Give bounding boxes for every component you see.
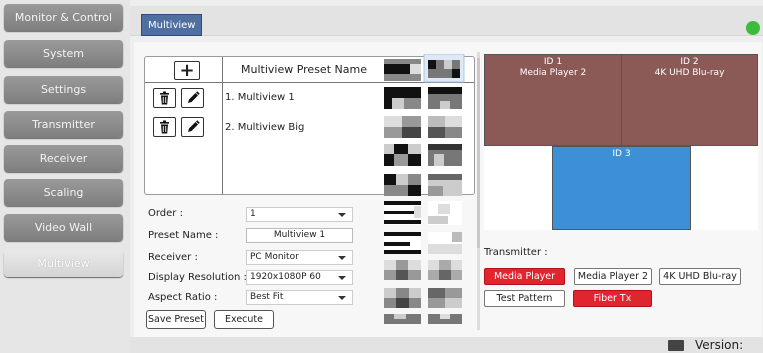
preset-column-title: Multiview Preset Name <box>241 63 367 76</box>
scrollbar-thumb[interactable] <box>477 58 480 248</box>
multiview-preview: ID 1 Media Player 2 ID 2 4K UHD Blu-ray … <box>484 54 758 230</box>
layout-thumb-4 <box>428 87 462 109</box>
version-label: Version: <box>695 338 744 352</box>
chevron-down-icon <box>338 213 346 217</box>
layout-thumb-14 <box>428 232 462 254</box>
preview-window-2[interactable]: ID 2 4K UHD Blu-ray <box>621 54 758 146</box>
window-id: ID 3 <box>612 149 631 159</box>
layout-thumb-2 <box>423 53 465 83</box>
display-resolution-label: Display Resolution : <box>148 272 247 283</box>
trash-icon <box>160 91 169 105</box>
sidebar-nav: Monitor & Control System Settings Transm… <box>0 0 128 353</box>
execute-button[interactable]: Execute <box>214 310 274 329</box>
layout-thumb-8 <box>428 144 462 166</box>
delete-preset-button[interactable] <box>153 88 176 108</box>
preset-list-item[interactable]: 1. Multiview 1 <box>225 92 295 103</box>
layout-thumb-1 <box>384 59 421 81</box>
top-bar: Multiview <box>130 6 763 36</box>
keyboard-icon[interactable] <box>668 340 684 351</box>
layout-thumb-7 <box>384 144 421 166</box>
scrollbar[interactable] <box>477 52 480 330</box>
tab-multiview[interactable]: Multiview <box>141 14 203 36</box>
aspect-ratio-label: Aspect Ratio : <box>148 292 218 303</box>
sidebar-item-receiver[interactable]: Receiver <box>4 145 123 172</box>
layout-thumb-20 <box>428 314 462 324</box>
window-source: Media Player 2 <box>519 68 587 78</box>
display-resolution-select[interactable]: 1920x1080P 60 <box>246 270 353 285</box>
layout-thumb-15 <box>384 260 421 280</box>
window-source: 4K UHD Blu-ray <box>654 68 725 78</box>
layout-templates <box>384 53 474 324</box>
preset-list-item[interactable]: 2. Multiview Big <box>225 122 304 133</box>
order-select[interactable]: 1 <box>246 207 353 222</box>
chevron-down-icon <box>338 276 346 280</box>
chevron-down-icon <box>338 296 346 300</box>
tx-test-pattern-button[interactable]: Test Pattern <box>484 290 565 307</box>
layout-thumb-5 <box>384 116 421 138</box>
window-id: ID 2 <box>680 57 699 67</box>
pencil-icon <box>188 120 200 132</box>
edit-preset-button[interactable] <box>181 88 204 108</box>
status-indicator <box>746 21 760 35</box>
layout-thumb-16 <box>428 260 462 280</box>
divider <box>222 57 223 194</box>
preset-name-input[interactable]: Multiview 1 <box>246 228 353 243</box>
sidebar-item-transmitter[interactable]: Transmitter <box>4 111 123 138</box>
layout-thumb-6 <box>428 116 462 138</box>
layout-thumb-18 <box>428 288 462 308</box>
status-bar: Version: <box>130 337 763 353</box>
tx-media-player-2-button[interactable]: Media Player 2 <box>574 268 652 285</box>
plus-icon: + <box>179 60 195 81</box>
preset-name-label: Preset Name : <box>148 230 219 241</box>
layout-thumb-13 <box>384 232 421 254</box>
save-preset-button[interactable]: Save Preset <box>146 310 206 329</box>
add-preset-button[interactable]: + <box>174 61 200 80</box>
sidebar-item-multiview[interactable]: Multiview <box>4 250 123 277</box>
receiver-label: Receiver : <box>148 252 198 263</box>
multiview-content: + Multiview Preset Name 1. Multiview 1 2… <box>134 42 762 337</box>
chevron-down-icon <box>338 256 346 260</box>
layout-thumb-19 <box>384 314 421 324</box>
window-id: ID 1 <box>543 57 563 67</box>
tx-4k-uhd-bluray-button[interactable]: 4K UHD Blu-ray <box>659 268 741 285</box>
preview-window-1[interactable]: ID 1 Media Player 2 <box>484 54 622 146</box>
order-value: 1 <box>250 209 256 219</box>
sidebar-item-system[interactable]: System <box>4 40 123 67</box>
receiver-select[interactable]: PC Monitor <box>246 250 353 265</box>
aspect-ratio-select[interactable]: Best Fit <box>246 290 353 305</box>
sidebar-item-monitor-control[interactable]: Monitor & Control <box>4 4 123 31</box>
sidebar-item-settings[interactable]: Settings <box>4 76 123 103</box>
tx-media-player-button[interactable]: Media Player <box>484 268 565 285</box>
layout-thumb-3 <box>384 87 421 109</box>
layout-thumbnails[interactable] <box>384 53 474 324</box>
trash-icon <box>160 120 169 134</box>
sidebar-item-video-wall[interactable]: Video Wall <box>4 214 123 241</box>
layout-thumb-17 <box>384 288 421 308</box>
layout-thumb-10 <box>428 174 462 196</box>
tx-fiber-tx-button[interactable]: Fiber Tx <box>573 290 652 307</box>
layout-thumb-9 <box>384 174 421 196</box>
main-area: Multiview + Multiview Preset Name 1. Mul… <box>130 0 763 353</box>
edit-preset-button[interactable] <box>181 117 204 137</box>
preview-window-3[interactable]: ID 3 <box>552 146 691 230</box>
transmitter-label: Transmitter : <box>484 247 548 258</box>
aspect-ratio-value: Best Fit <box>250 292 284 302</box>
pencil-icon <box>188 91 200 103</box>
order-label: Order : <box>148 208 183 219</box>
display-resolution-value: 1920x1080P 60 <box>250 272 321 282</box>
layout-thumb-11 <box>384 201 421 225</box>
sidebar-item-scaling[interactable]: Scaling <box>4 179 123 206</box>
delete-preset-button[interactable] <box>153 117 176 137</box>
receiver-value: PC Monitor <box>250 252 299 262</box>
layout-thumb-12 <box>428 201 462 225</box>
